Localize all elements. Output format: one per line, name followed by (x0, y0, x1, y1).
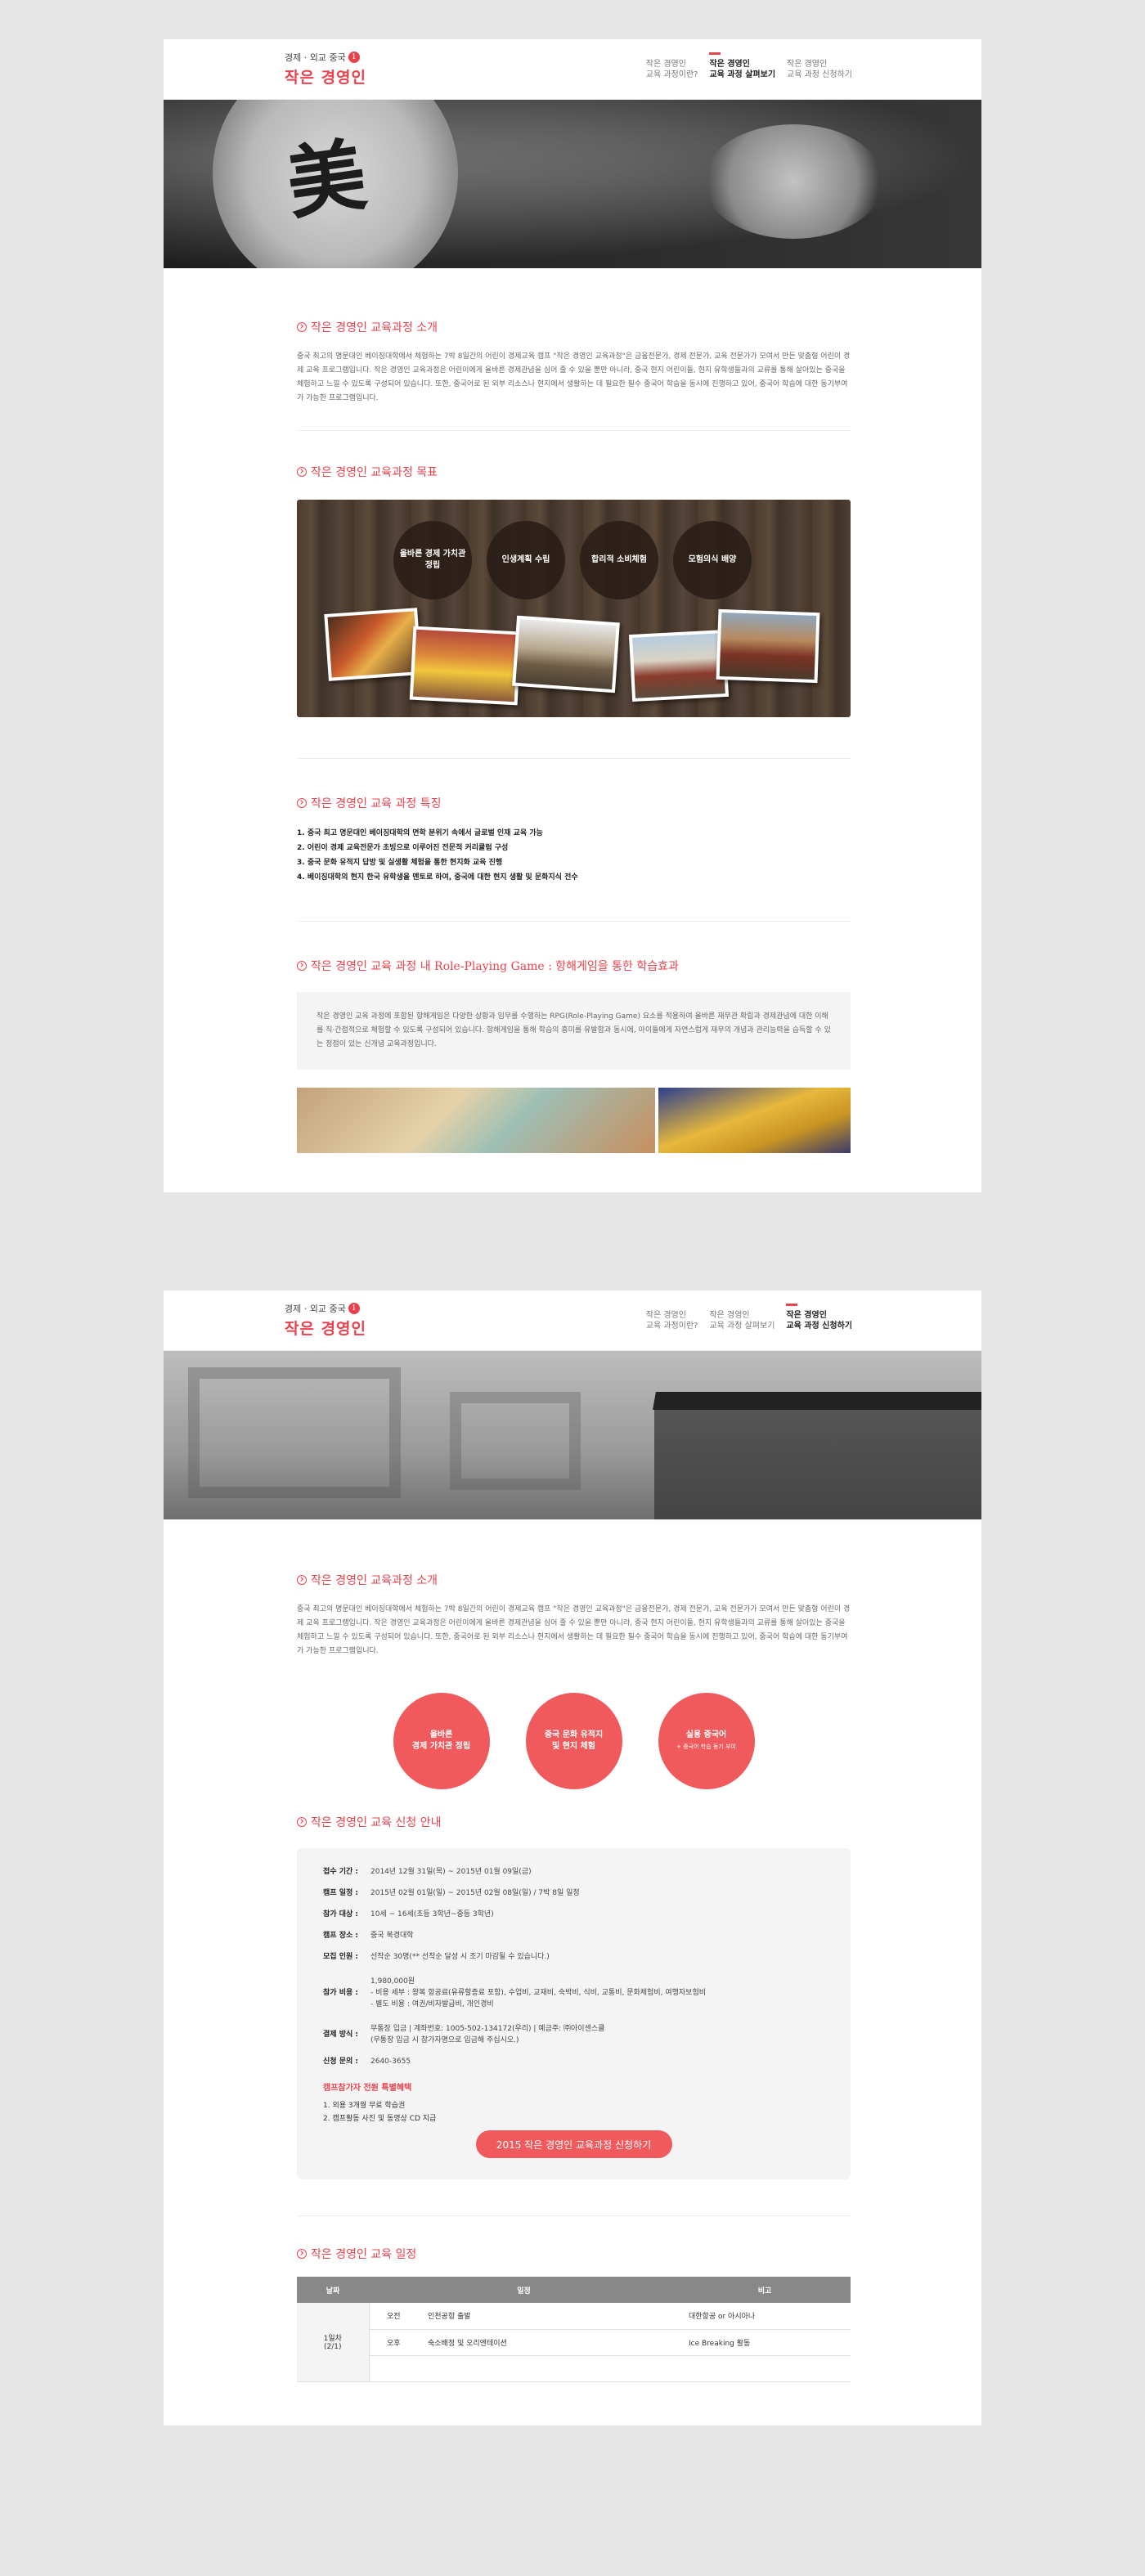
goal-circle: 모험의식 배양 (673, 521, 752, 599)
nav-item-overview[interactable]: 작은 경영인 교육 과정 살펴보기 (709, 52, 775, 80)
site-header: 경제 · 외교 중국 1 작은 경영인 작은 경영인 교육 과정이란? 작은 경영인… (164, 39, 981, 100)
rpg-section: 작은 경영인 교육 과정 내 Role-Playing Game : 항해게임을… (297, 922, 851, 1153)
logo-badge: 1 (348, 1303, 360, 1314)
lantern-glyph: 美 (281, 128, 372, 231)
info-row: 참가 대상 :10세 ~ 16세(초등 3학년~중등 3학년) (323, 1910, 494, 1919)
info-row-payment: 결제 방식 : 무통장 입금 | 계좌번호: 1005-502-134172(우… (323, 2025, 605, 2044)
page-course-apply: 경제 · 외교 중국 1 작은 경영인 작은 경영인 교육 과정이란? 작은 경영인… (164, 1290, 981, 2426)
nav-item-overview[interactable]: 작은 경영인 교육 과정 살펴보기 (709, 1308, 775, 1331)
intro-text: 중국 최고의 명문대인 베이징대학에서 체험하는 7박 8일간의 어린이 경제교… (297, 1605, 851, 1655)
desk-top (653, 1392, 981, 1410)
column-header: 일정 (369, 2277, 679, 2303)
logo-title: 작은 경영인 (285, 69, 367, 87)
rpg-description-box: 작은 경영인 교육 과정에 포함된 항해게임은 다양한 상황과 임무를 수행하는… (297, 992, 851, 1070)
column-header: 비고 (679, 2277, 851, 2303)
logo-badge: 1 (348, 52, 360, 63)
main-nav: 작은 경영인 교육 과정이란? 작은 경영인 교육 과정 살펴보기 작은 경영인 교육… (646, 1304, 852, 1331)
column-header: 날짜 (297, 2277, 369, 2303)
info-row-fee: 참가 비용 : 1,980,000원 - 비용 세부 : 왕복 항공료(유류할증료… (323, 1977, 707, 2008)
nav-item-apply[interactable]: 작은 경영인 교육 과정 신청하기 (786, 1304, 852, 1331)
highlight-circle: 중국 문화 유적지 및 현지 체험 (525, 1693, 622, 1789)
rpg-images (297, 1088, 851, 1153)
page-course-overview: 경제 · 외교 중국 1 작은 경영인 작은 경영인 교육 과정이란? 작은 경영인… (164, 39, 981, 1192)
hero-banner-desk (164, 1351, 981, 1519)
info-row: 캠프 일정 :2015년 02월 01일(일) ~ 2015년 02월 08일(… (323, 1889, 580, 1897)
site-logo[interactable]: 경제 · 외교 중국 1 작은 경영인 (285, 1302, 366, 1339)
goal-circle: 올바른 경제 가치관 정립 (393, 521, 472, 599)
table-row: 1일차 (2/1) 오전 인천공항 출발 대한항공 or 아시아나 (297, 2303, 851, 2382)
photo-group (409, 626, 522, 706)
schedule-table: 날짜 일정 비고 1일차 (2/1) 오전 인천공항 출발 대한항공 or 아시아… (297, 2277, 851, 2382)
intro-section: 작은 경영인 교육과정 소개 중국 최고의 명문대인 베이징대학에서 체험하는 … (297, 268, 851, 431)
benefit-title: 캠프참가자 전원 특별혜택 (323, 2084, 412, 2093)
blurred-window-frame (188, 1367, 401, 1498)
goals-section: 작은 경영인 교육과정 목표 올바른 경제 가치관 정립 인생계획 수립 합리적… (297, 431, 851, 759)
section-title: 작은 경영인 교육과정 소개 (311, 321, 438, 334)
chevron-circle-icon (297, 467, 307, 477)
list-item: 4. 베이징대학의 현지 한국 유학생을 멘토로 하여, 중국에 대한 현지 생… (297, 873, 578, 882)
site-logo[interactable]: 경제 · 외교 중국 1 작은 경영인 (285, 51, 366, 88)
table-row: 오후 숙소배정 및 오리엔테이션 Ice Breaking 활동 (297, 2329, 851, 2356)
goals-wood-board: 올바른 경제 가치관 정립 인생계획 수립 합리적 소비체험 모험의식 배양 (297, 500, 851, 717)
highlight-circles: 올바른 경제 가치관 정립 중국 문화 유적지 및 현지 체험 실용 중국어 + 중국… (297, 1693, 851, 1789)
info-row: 모집 인원 : 선착순 30명(** 선착순 달성 시 조기 마감될 수 있습니다… (323, 1953, 550, 1961)
chevron-circle-icon (297, 961, 307, 971)
intro-section: 작은 경영인 교육과정 소개 중국 최고의 명문대인 베이징대학에서 체험하는 … (297, 1519, 851, 1789)
list-item: 1. 중국 최고 명문대인 베이징대학의 면학 분위기 속에서 글로벌 인재 교… (297, 829, 543, 837)
chevron-circle-icon (297, 1817, 307, 1827)
info-row: 접수 기간 :2014년 12월 31일(목) ~ 2015년 01월 09일(… (323, 1868, 532, 1876)
info-row: 캠프 장소 : 중국 북경대학 (323, 1932, 414, 1940)
info-row-contact: 신청 문의 :2640-3655 (323, 2058, 411, 2066)
intro-text: 중국 최고의 명문대인 베이징대학에서 체험하는 7박 8일간의 어린이 경제교… (297, 352, 851, 402)
goal-circle: 합리적 소비체험 (580, 521, 658, 599)
benefit-list: 1. 외용 3개월 무료 학습권 2. 캠프활동 사진 및 동영상 CD 지급 (323, 2102, 437, 2123)
desk-side (654, 1408, 981, 1519)
table-row (297, 2355, 851, 2382)
apply-section: 작은 경영인 교육 신청 안내 접수 기간 :2014년 12월 31일(목) … (297, 1789, 851, 2216)
bokeh-light (703, 124, 883, 239)
logo-title: 작은 경영인 (285, 1320, 367, 1338)
schedule-section: 작은 경영인 교육 일정 날짜 일정 비고 1일차 (2/1) 오전 인천공항 출… (297, 2216, 851, 2382)
chevron-circle-icon (297, 798, 307, 808)
photo-palace (512, 615, 620, 693)
blurred-window-frame (450, 1392, 581, 1490)
hero-banner-lantern: 美 (164, 100, 981, 268)
photo-temple (716, 608, 820, 684)
goal-circle: 인생계획 수립 (487, 521, 565, 599)
nav-item-what-is[interactable]: 작은 경영인 교육 과정이란? (646, 1308, 698, 1331)
section-title: 작은 경영인 교육 신청 안내 (311, 1816, 442, 1829)
features-section: 작은 경영인 교육 과정 특징 1. 중국 최고 명문대인 베이징대학의 면학 … (297, 759, 851, 922)
rpg-text: 작은 경영인 교육 과정에 포함된 항해게임은 다양한 상황과 임무를 수행하는… (317, 1012, 831, 1048)
section-title: 작은 경영인 교육과정 목표 (311, 466, 438, 479)
highlight-circle: 실용 중국어 + 중국어 학습 동기 부여 (658, 1693, 755, 1789)
site-header: 경제 · 외교 중국 1 작은 경영인 작은 경영인 교육 과정이란? 작은 경영인… (164, 1290, 981, 1351)
logo-subtitle: 경제 · 외교 중국 (285, 1304, 346, 1314)
main-nav: 작은 경영인 교육 과정이란? 작은 경영인 교육 과정 살펴보기 작은 경영인 교육… (646, 52, 852, 80)
list-item: 3. 중국 문화 유적지 답방 및 실생활 체험을 통한 현지화 교육 진행 (297, 859, 503, 867)
game-board-image (297, 1088, 655, 1153)
section-title: 작은 경영인 교육 과정 특징 (311, 797, 442, 810)
highlight-circle: 올바른 경제 가치관 정립 (393, 1693, 490, 1789)
photo-classroom (324, 608, 422, 681)
apply-info-box: 접수 기간 :2014년 12월 31일(목) ~ 2015년 01월 09일(… (297, 1848, 851, 2179)
chevron-circle-icon (297, 1575, 307, 1585)
chevron-circle-icon (297, 322, 307, 332)
students-playing-image (658, 1088, 851, 1153)
photo-forbidden-city (628, 629, 730, 702)
apply-button[interactable]: 2015 작은 경영인 교육과정 신청하기 (475, 2130, 672, 2158)
nav-item-what-is[interactable]: 작은 경영인 교육 과정이란? (646, 57, 698, 80)
section-title: 작은 경영인 교육과정 소개 (311, 1574, 438, 1587)
section-title: 작은 경영인 교육 일정 (311, 2248, 417, 2261)
logo-subtitle: 경제 · 외교 중국 (285, 52, 346, 63)
day-cell: 1일차 (2/1) (297, 2303, 370, 2382)
chevron-circle-icon (297, 2249, 307, 2259)
section-title: 작은 경영인 교육 과정 내 Role-Playing Game : 항해게임을… (311, 960, 679, 973)
nav-item-apply[interactable]: 작은 경영인 교육 과정 신청하기 (787, 57, 852, 80)
features-list: 1. 중국 최고 명문대인 베이징대학의 면학 분위기 속에서 글로벌 인재 교… (297, 826, 851, 885)
list-item: 2. 어린이 경제 교육전문가 초빙으로 이루어진 전문적 커리큘럼 구성 (297, 844, 509, 852)
